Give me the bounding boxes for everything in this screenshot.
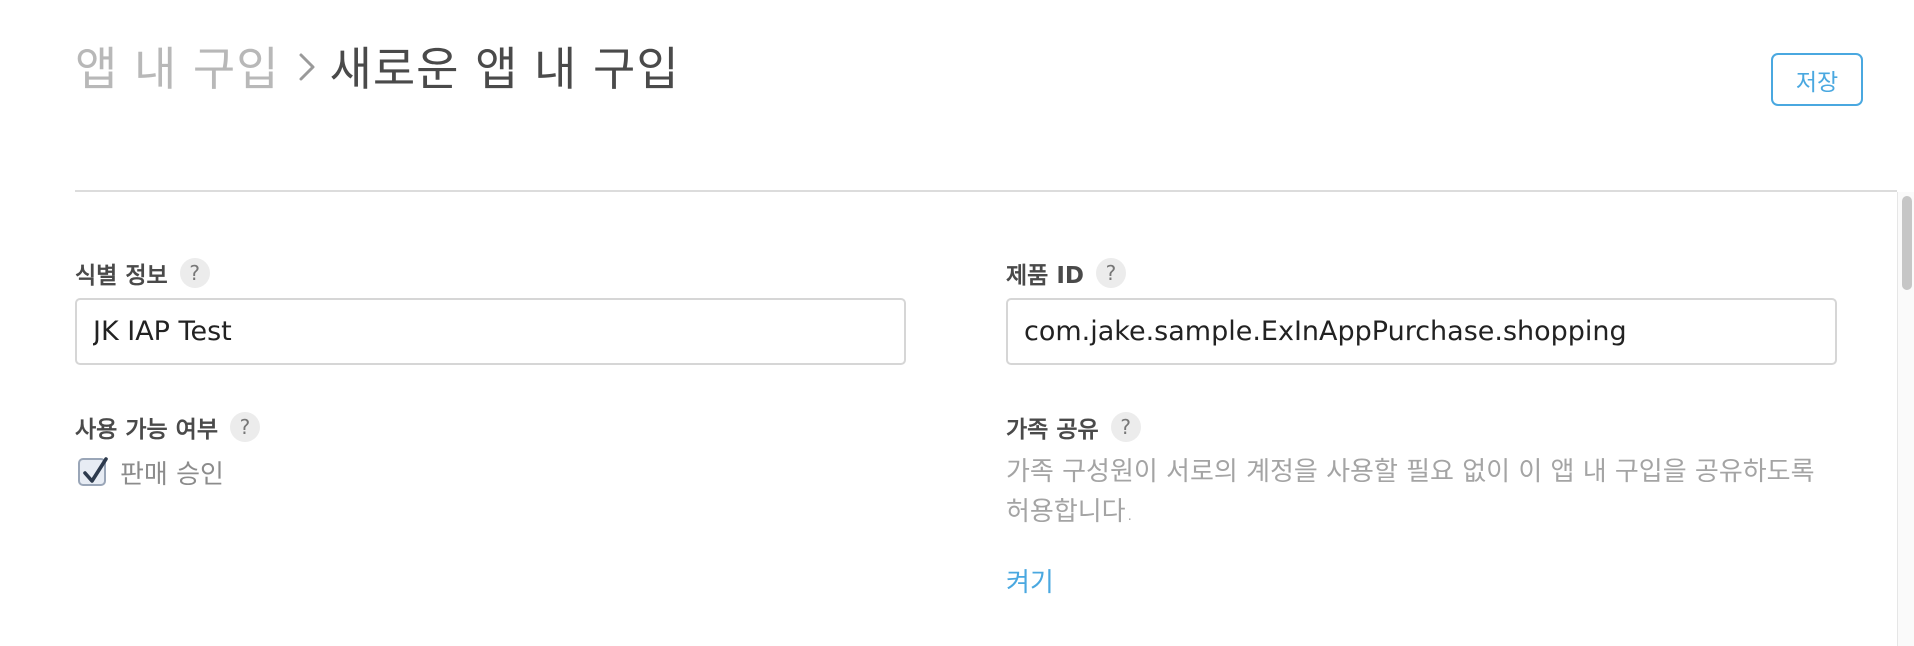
family-sharing-turn-on-link[interactable]: 켜기 [1006, 562, 1054, 599]
breadcrumb: 앱 내 구입 새로운 앱 내 구입 [75, 36, 680, 96]
availability-label: 사용 가능 여부 [75, 417, 218, 443]
family-sharing-label: 가족 공유 [1006, 417, 1099, 443]
cleared-for-sale-checkbox[interactable] [78, 457, 108, 486]
product-id-label-row: 제품 ID ? [1006, 255, 1126, 291]
header-divider [75, 190, 1897, 192]
family-sharing-label-row: 가족 공유 ? [1006, 409, 1141, 445]
family-sharing-help-icon[interactable]: ? [1110, 412, 1141, 442]
save-button[interactable]: 저장 [1771, 53, 1863, 106]
family-sharing-description: 가족 구성원이 서로의 계정을 사용할 필요 없이 이 앱 내 구입을 공유하도… [1006, 457, 1815, 527]
reference-name-label: 식별 정보 [75, 263, 168, 289]
page-title: 새로운 앱 내 구입 [329, 42, 680, 96]
checkmark-icon [83, 457, 108, 483]
cleared-for-sale-label: 판매 승인 [120, 459, 224, 490]
product-id-help-icon[interactable]: ? [1095, 258, 1126, 288]
scrollbar-thumb[interactable] [1902, 196, 1912, 290]
cleared-for-sale-row: 판매 승인 [78, 453, 224, 491]
product-id-input[interactable] [1006, 298, 1837, 365]
reference-name-input[interactable] [75, 298, 906, 365]
reference-name-help-icon[interactable]: ? [179, 258, 210, 288]
availability-label-row: 사용 가능 여부 ? [75, 409, 260, 445]
availability-help-icon[interactable]: ? [229, 412, 260, 442]
product-id-label: 제품 ID [1006, 263, 1084, 289]
breadcrumb-parent-link[interactable]: 앱 내 구입 [75, 33, 280, 99]
chevron-right-icon [280, 36, 330, 96]
reference-name-label-row: 식별 정보 ? [75, 255, 210, 291]
